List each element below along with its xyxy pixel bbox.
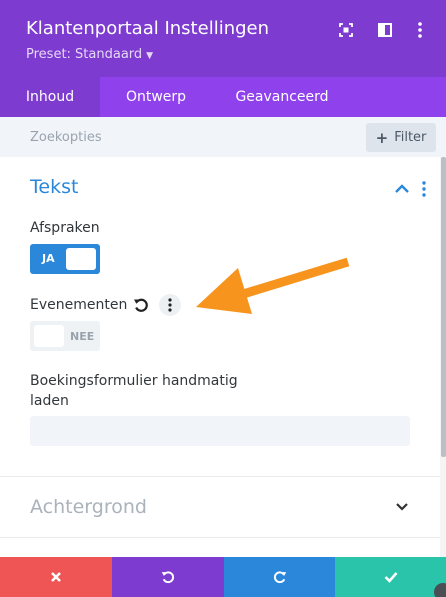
modal-title: Klantenportaal Instellingen [26,18,270,39]
split-view-icon[interactable] [375,20,395,40]
toggle-knob [34,325,64,347]
reset-icon[interactable] [132,296,150,314]
evenementen-label: Evenementen [30,297,128,313]
tab-geavanceerd[interactable]: Geavanceerd [212,77,352,117]
undo-icon [161,571,175,584]
toggle-value: JA [42,252,55,265]
annotation-arrow [196,257,350,314]
help-badge[interactable] [434,583,446,597]
boekingsformulier-label-line1: Boekingsformulier handmatig [30,373,238,389]
close-icon [51,572,61,582]
focus-icon[interactable] [336,20,356,40]
chevron-down-icon[interactable] [394,500,410,514]
check-icon [384,572,397,583]
section-title-achtergrond[interactable]: Achtergrond [30,496,147,518]
search-placeholder: Zoekopties [30,130,102,145]
section-divider [0,537,440,538]
preset-selector[interactable]: Preset: Standaard ▼ [26,47,153,62]
filter-button[interactable]: + Filter [366,123,436,152]
section-divider [0,476,440,477]
caret-down-icon: ▼ [146,51,154,61]
redo-icon [273,571,286,584]
afspraken-label: Afspraken [30,220,100,236]
evenementen-toggle[interactable]: NEE [30,321,100,351]
tab-ontwerp[interactable]: Ontwerp [100,77,212,117]
save-button[interactable] [335,557,446,597]
filter-label: Filter [394,130,427,145]
plus-icon: + [375,128,389,147]
scrollbar-thumb[interactable] [441,157,446,457]
afspraken-toggle[interactable]: JA [30,244,100,274]
settings-header: Klantenportaal Instellingen Preset: Stan… [0,0,446,77]
tab-bar: Inhoud Ontwerp Geavanceerd [0,77,446,117]
more-vertical-icon[interactable] [410,20,430,40]
section-more-icon[interactable] [418,180,430,198]
preset-label: Preset: Standaard [26,47,143,62]
discard-button[interactable] [0,557,112,597]
option-more-icon[interactable] [159,294,181,316]
section-title-tekst[interactable]: Tekst [30,176,78,198]
redo-button[interactable] [224,557,335,597]
tab-inhoud[interactable]: Inhoud [0,77,100,117]
undo-button[interactable] [112,557,224,597]
toggle-value: NEE [70,330,95,343]
boekingsformulier-input[interactable] [30,416,410,446]
chevron-up-icon[interactable] [393,181,411,197]
boekingsformulier-label-line2: laden [30,393,69,409]
action-bar [0,557,446,597]
toggle-knob [66,248,96,270]
